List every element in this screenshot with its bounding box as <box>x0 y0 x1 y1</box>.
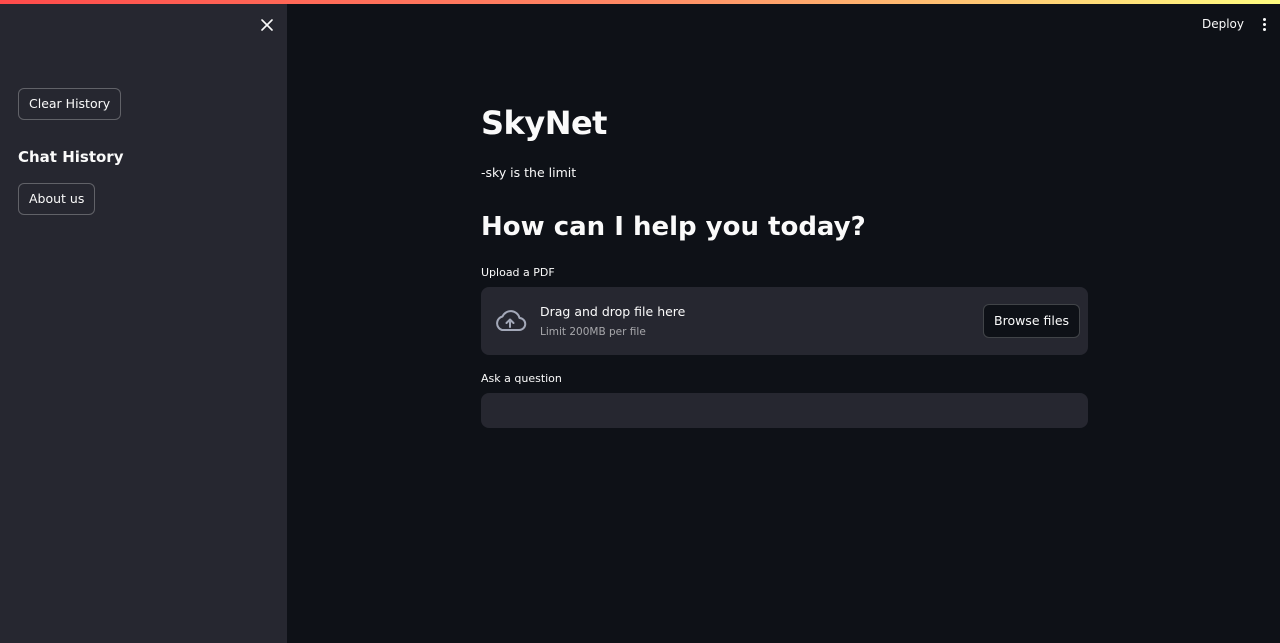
close-icon <box>261 19 273 31</box>
tagline: -sky is the limit <box>481 165 577 180</box>
kebab-menu-icon[interactable] <box>1258 14 1270 34</box>
upload-label: Upload a PDF <box>481 266 555 279</box>
dropzone-limit: Limit 200MB per file <box>540 326 646 338</box>
page-title: SkyNet <box>481 104 607 142</box>
about-us-button[interactable]: About us <box>18 183 96 215</box>
help-heading: How can I help you today? <box>481 212 866 242</box>
sidebar: Clear History Chat History About us <box>0 0 287 643</box>
close-sidebar-button[interactable] <box>256 14 278 36</box>
top-decoration-bar <box>0 0 1280 4</box>
dropzone-title: Drag and drop file here <box>540 304 686 319</box>
deploy-button[interactable]: Deploy <box>1202 17 1244 31</box>
question-label: Ask a question <box>481 372 562 385</box>
chat-history-heading: Chat History <box>18 148 124 166</box>
header-toolbar: Deploy <box>1202 14 1270 34</box>
cloud-upload-icon <box>496 310 527 331</box>
file-dropzone[interactable]: Drag and drop file here Limit 200MB per … <box>481 287 1088 355</box>
question-input[interactable] <box>481 393 1088 428</box>
browse-files-button[interactable]: Browse files <box>983 304 1081 338</box>
clear-history-button[interactable]: Clear History <box>18 88 122 120</box>
